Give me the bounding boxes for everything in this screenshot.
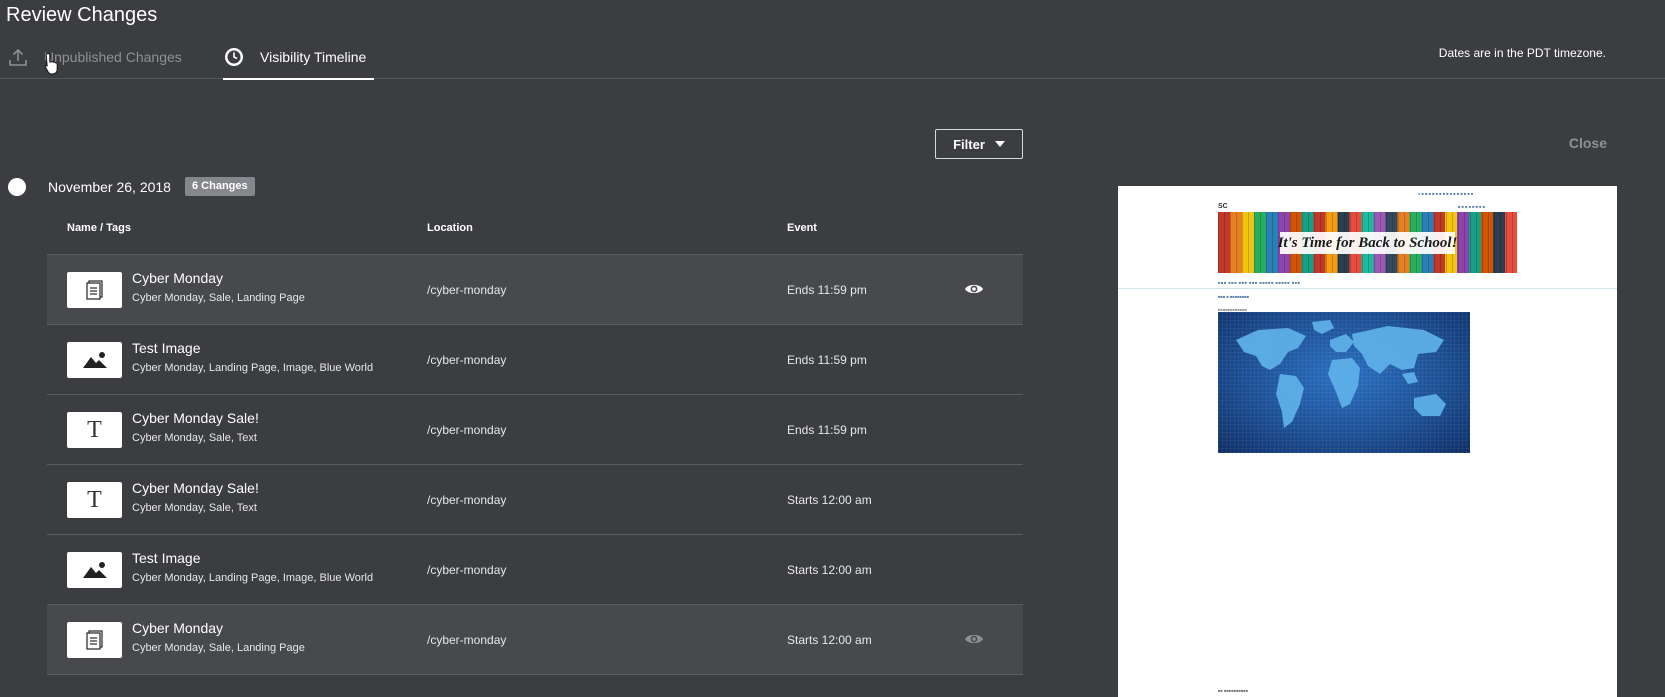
changes-table: Name / Tags Location Event Cyber Monday … xyxy=(47,212,1023,675)
row-tags: Cyber Monday, Sale, Landing Page xyxy=(132,292,305,304)
row-event: Ends 11:59 pm xyxy=(787,423,867,437)
clock-icon xyxy=(223,46,245,68)
image-icon xyxy=(67,342,122,378)
eye-icon[interactable] xyxy=(964,632,984,646)
row-tags: Cyber Monday, Landing Page, Image, Blue … xyxy=(132,362,374,374)
table-row[interactable]: Cyber Monday Cyber Monday, Sale, Landing… xyxy=(47,255,1023,325)
timezone-note: Dates are in the PDT timezone. xyxy=(1438,46,1606,60)
row-name: Cyber Monday Sale! xyxy=(132,410,259,426)
preview-logo: SC xyxy=(1218,203,1228,210)
document-icon xyxy=(67,622,122,658)
page-title: Review Changes xyxy=(6,4,158,26)
row-tags: Cyber Monday, Landing Page, Image, Blue … xyxy=(132,572,374,584)
row-event: Ends 11:59 pm xyxy=(787,353,867,367)
preview-top-links: ● ■ ■ ■ ■ ■ ■ ■ ■ ■ ■ ■ ■ ■ ■ ■ xyxy=(1418,191,1474,196)
preview-breadcrumb: ■■■ ■ ■■■■■■■■ xyxy=(1218,294,1250,299)
preview-banner-text: It's Time for Back to School! xyxy=(1277,234,1458,251)
row-tags: Cyber Monday, Sale, Landing Page xyxy=(132,642,305,654)
row-location: /cyber-monday xyxy=(427,353,507,367)
text-glyph: T xyxy=(87,486,102,513)
timeline-dot xyxy=(8,178,26,196)
tab-unpublished-changes[interactable]: Unpublished Changes xyxy=(7,34,182,79)
tab-visibility-timeline[interactable]: Visibility Timeline xyxy=(223,34,375,80)
text-glyph: T xyxy=(87,416,102,443)
row-tags: Cyber Monday, Sale, Text xyxy=(132,432,257,444)
column-header-event: Event xyxy=(787,222,817,234)
column-header-location: Location xyxy=(427,222,473,234)
row-event: Ends 11:59 pm xyxy=(787,283,867,297)
row-name: Cyber Monday Sale! xyxy=(132,480,259,496)
close-button[interactable]: Close xyxy=(1569,135,1607,151)
preview-world-map-image xyxy=(1218,312,1470,453)
timeline-date: November 26, 2018 xyxy=(48,179,171,195)
row-event: Starts 12:00 am xyxy=(787,493,872,507)
preview-nav-divider xyxy=(1118,288,1617,289)
row-event: Starts 12:00 am xyxy=(787,563,872,577)
table-row[interactable]: Test Image Cyber Monday, Landing Page, I… xyxy=(47,325,1023,395)
row-location: /cyber-monday xyxy=(427,283,507,297)
tab-label: Unpublished Changes xyxy=(44,48,182,65)
document-icon xyxy=(67,272,122,308)
upload-icon xyxy=(7,46,29,68)
row-event: Starts 12:00 am xyxy=(787,633,872,647)
preview-banner: It's Time for Back to School! xyxy=(1218,212,1517,273)
page-preview: ● ■ ■ ■ ■ ■ ■ ■ ■ ■ ■ ■ ■ ■ ■ ■ SC ■ ■ ■… xyxy=(1118,186,1617,697)
image-icon xyxy=(67,552,122,588)
text-icon: T xyxy=(67,482,122,518)
table-row[interactable]: Test Image Cyber Monday, Landing Page, I… xyxy=(47,535,1023,605)
preview-footer: ■■ ■■■■■■■■■■ xyxy=(1218,688,1249,693)
row-tags: Cyber Monday, Sale, Text xyxy=(132,502,257,514)
row-name: Cyber Monday xyxy=(132,620,224,636)
table-row[interactable]: Cyber Monday Cyber Monday, Sale, Landing… xyxy=(47,605,1023,675)
row-location: /cyber-monday xyxy=(427,493,507,507)
row-location: /cyber-monday xyxy=(427,563,507,577)
column-header-name-tags: Name / Tags xyxy=(67,222,131,234)
row-name: Cyber Monday xyxy=(132,270,224,286)
table-row[interactable]: T Cyber Monday Sale! Cyber Monday, Sale,… xyxy=(47,465,1023,535)
preview-banner-box: It's Time for Back to School! xyxy=(1277,232,1458,254)
preview-login-links: ■ ■ ■ ■ ■ ■ ■ ■ xyxy=(1458,204,1486,209)
pointer-cursor-icon xyxy=(44,52,60,81)
filter-button[interactable]: Filter xyxy=(935,129,1023,159)
tab-bar: Unpublished Changes Visibility Timeline xyxy=(0,34,1665,80)
table-header: Name / Tags Location Event xyxy=(47,212,1023,255)
row-name: Test Image xyxy=(132,340,201,356)
changes-count-badge: 6 Changes xyxy=(185,177,255,196)
text-icon: T xyxy=(67,412,122,448)
tab-label: Visibility Timeline xyxy=(260,48,367,65)
filter-label: Filter xyxy=(953,136,985,152)
row-location: /cyber-monday xyxy=(427,633,507,647)
caret-down-icon xyxy=(994,141,1005,147)
table-row[interactable]: T Cyber Monday Sale! Cyber Monday, Sale,… xyxy=(47,395,1023,465)
row-name: Test Image xyxy=(132,550,201,566)
preview-nav: ■■■ ■■■ ■■■ ■■■ ■■■■■ ■■■■■ ■■■ xyxy=(1218,280,1301,285)
row-location: /cyber-monday xyxy=(427,423,507,437)
eye-icon[interactable] xyxy=(964,282,984,296)
